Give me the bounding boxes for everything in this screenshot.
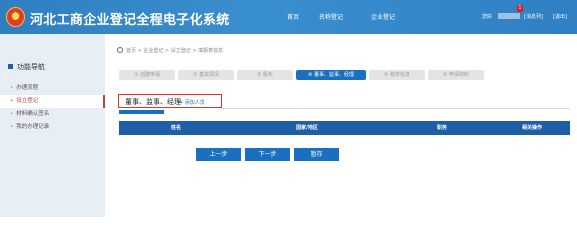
sidebar-item-process[interactable]: 办理流程	[0, 82, 105, 95]
step-create: ① 创建申请	[119, 70, 175, 80]
message-count-badge: 1	[517, 5, 523, 12]
add-person-link[interactable]: + 添加人员	[179, 99, 205, 106]
step-basic-info: ② 基本情况	[178, 70, 234, 80]
emblem-icon: ★	[6, 7, 25, 27]
site-title: 河北工商企业登记全程电子化系统	[30, 13, 230, 28]
nav-home[interactable]: 首页	[287, 12, 299, 21]
sidebar-item-material-sign[interactable]: 材料确认签名	[0, 108, 105, 121]
column-country: 国家/地区	[296, 125, 318, 131]
section-divider	[222, 108, 570, 109]
sidebar-item-records[interactable]: 我的办理记录	[0, 121, 105, 134]
user-name-redacted	[498, 13, 520, 19]
greeting: 您好	[482, 14, 493, 20]
sidebar-heading: 功能导航	[8, 62, 45, 72]
column-name: 姓名	[171, 125, 182, 131]
section-header: 董事、监事、经理 + 添加人员	[118, 94, 222, 108]
step-tax-info: ⑤ 税务信息	[369, 70, 425, 80]
sidebar: 功能导航 办理流程 设立登记 材料确认签名 我的办理记录	[0, 34, 105, 217]
section-title: 董事、监事、经理	[125, 98, 181, 106]
next-step-button[interactable]: 下一步	[245, 148, 290, 161]
step-directors: ④ 董事、监事、经理	[296, 70, 366, 80]
column-position: 职务	[437, 125, 448, 131]
sidebar-item-establishment[interactable]: 设立登记	[0, 95, 105, 108]
section-accent-bar	[119, 110, 164, 114]
step-shareholders: ③ 股东	[237, 70, 293, 80]
home-icon	[117, 47, 123, 53]
nav-enterprise-registration[interactable]: 企业登记	[371, 12, 395, 21]
app-header: ★ 河北工商企业登记全程电子化系统 首页 名称登记 企业登记 您好 1 [消息列…	[0, 0, 577, 34]
logout-link[interactable]: [退出]	[553, 13, 567, 20]
messages-link[interactable]: [消息列]	[524, 13, 543, 20]
step-materials: ⑥ 申请材料	[428, 70, 484, 80]
breadcrumb: 首页 > 企业登记 > 设立登记 > 填报表信息	[117, 47, 223, 54]
table-header: 姓名 国家/地区 职务 相关操作	[119, 121, 570, 135]
menu-square-icon	[8, 64, 13, 69]
column-actions: 相关操作	[522, 125, 543, 131]
prev-step-button[interactable]: 上一步	[196, 148, 241, 161]
nav-name-registration[interactable]: 名称登记	[319, 12, 343, 21]
step-indicator: ① 创建申请 ② 基本情况 ③ 股东 ④ 董事、监事、经理 ⑤ 税务信息 ⑥ 申…	[119, 70, 570, 80]
save-draft-button[interactable]: 暂存	[294, 148, 339, 161]
